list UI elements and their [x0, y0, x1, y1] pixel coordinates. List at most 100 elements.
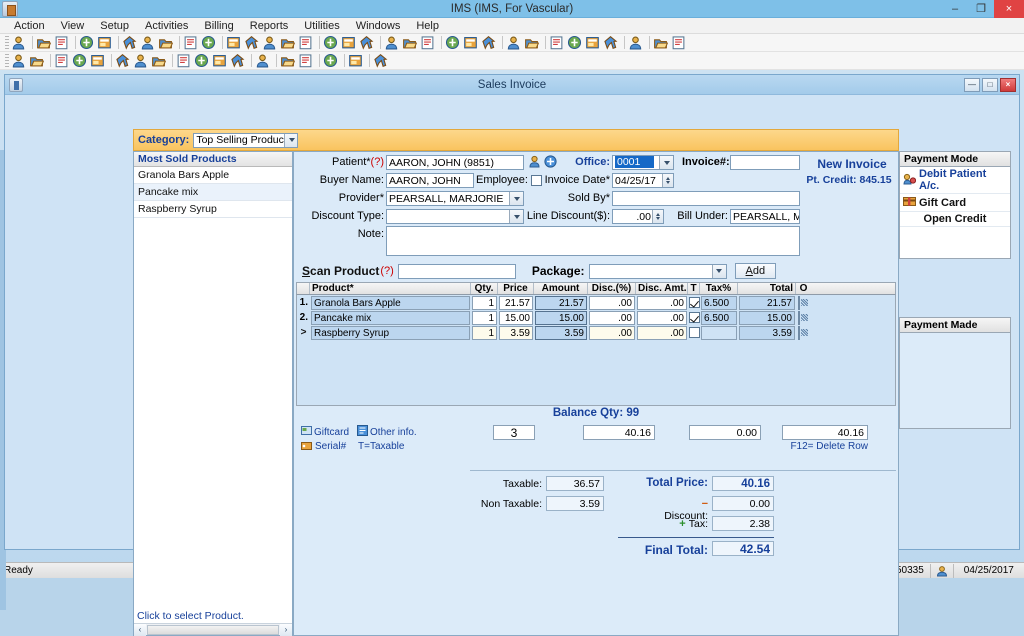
dollar-icon[interactable]: [226, 35, 244, 51]
payment-mode-open-credit[interactable]: Open Credit: [900, 212, 1010, 227]
cell-disc-pct[interactable]: .00: [589, 310, 635, 325]
sold-by-input[interactable]: [612, 191, 800, 206]
menu-item-view[interactable]: View: [53, 18, 93, 34]
column-header-taxable[interactable]: T: [688, 283, 700, 294]
other-info-icon[interactable]: [357, 425, 369, 439]
cell-disc-amt[interactable]: .00: [637, 325, 687, 340]
spinner-icon[interactable]: [652, 210, 663, 223]
find-icon[interactable]: [29, 53, 47, 69]
giftcard-label[interactable]: Giftcard: [314, 427, 349, 438]
horizontal-scrollbar[interactable]: ‹ ›: [134, 623, 292, 636]
patient-icon[interactable]: [11, 35, 29, 51]
appointment-icon[interactable]: [359, 35, 377, 51]
cell-taxable-checkbox[interactable]: [689, 297, 700, 309]
column-header-product[interactable]: Product*: [310, 283, 471, 294]
column-header-qty[interactable]: Qty.: [471, 283, 498, 294]
table-row[interactable]: 1. Granola Bars Apple 1 21.57 21.57.00.00 6.5…: [297, 295, 895, 310]
menu-item-action[interactable]: Action: [6, 18, 53, 34]
serial-icon[interactable]: [301, 440, 312, 454]
calendar-grid-icon[interactable]: [323, 35, 341, 51]
menu-item-setup[interactable]: Setup: [92, 18, 137, 34]
cell-qty[interactable]: 1: [472, 295, 497, 310]
money-bag-icon[interactable]: [280, 35, 298, 51]
document-abc-icon[interactable]: [183, 35, 201, 51]
menu-item-help[interactable]: Help: [408, 18, 447, 34]
add-button[interactable]: Add: [734, 263, 777, 279]
bank-icon[interactable]: [262, 35, 280, 51]
cell-disc-amt[interactable]: .00: [637, 295, 687, 310]
scroll-right-icon[interactable]: ›: [280, 623, 292, 636]
list-item[interactable]: Pancake mix: [134, 184, 292, 201]
help-blue-icon[interactable]: [348, 53, 366, 69]
cell-price[interactable]: 21.57: [499, 295, 533, 310]
list-item[interactable]: Granola Bars Apple: [134, 167, 292, 184]
column-header-total[interactable]: Total: [738, 283, 796, 294]
spinner-icon[interactable]: [662, 174, 673, 187]
patient-input[interactable]: AARON, JOHN (9851): [386, 155, 524, 170]
buyer-name-input[interactable]: AARON, JOHN: [386, 173, 474, 188]
dollar-sync-icon[interactable]: [244, 35, 262, 51]
cell-price[interactable]: 15.00: [499, 310, 533, 325]
refresh-icon[interactable]: [298, 53, 316, 69]
cell-tax-pct[interactable]: 6.500: [701, 310, 737, 325]
edit-note-icon[interactable]: [97, 35, 115, 51]
note-textarea[interactable]: [386, 226, 800, 256]
category-select[interactable]: Top Selling Products: [193, 132, 299, 148]
new-record-icon[interactable]: [54, 53, 72, 69]
cancel-icon[interactable]: [373, 53, 391, 69]
verify-icon[interactable]: [585, 35, 603, 51]
column-header-price[interactable]: Price: [498, 283, 534, 294]
menu-item-activities[interactable]: Activities: [137, 18, 196, 34]
cell-total[interactable]: 15.00: [739, 310, 795, 325]
payment-mode-gift-card[interactable]: Gift Card: [900, 194, 1010, 212]
scan-product-input[interactable]: [397, 263, 516, 279]
cell-amount[interactable]: 15.00: [535, 310, 587, 325]
column-header-disc-amt[interactable]: Disc. Amt.: [636, 283, 688, 294]
grid-orange-icon[interactable]: [445, 35, 463, 51]
clipboard-icon[interactable]: [122, 35, 140, 51]
cell-taxable-checkbox[interactable]: [689, 327, 700, 339]
lock-icon[interactable]: [653, 35, 671, 51]
chevron-down-icon[interactable]: [659, 156, 673, 169]
report-grid-icon[interactable]: [524, 35, 542, 51]
cell-total[interactable]: 21.57: [739, 295, 795, 310]
cell-product[interactable]: Granola Bars Apple: [311, 295, 470, 310]
lab-flask-icon[interactable]: [140, 35, 158, 51]
column-header-disc-pct[interactable]: Disc.(%): [588, 283, 636, 294]
row-options-icon[interactable]: [798, 295, 800, 310]
menu-item-billing[interactable]: Billing: [196, 18, 241, 34]
print-preview-icon[interactable]: [151, 53, 169, 69]
first-icon[interactable]: [176, 53, 194, 69]
office-select[interactable]: 0001: [612, 155, 674, 170]
menu-item-utilities[interactable]: Utilities: [296, 18, 347, 34]
globe-green-icon[interactable]: [420, 35, 438, 51]
cell-tax-pct[interactable]: 6.500: [701, 295, 737, 310]
bill-under-input[interactable]: PEARSALL, MARJO: [730, 209, 800, 224]
sort-icon[interactable]: [255, 53, 273, 69]
menu-item-windows[interactable]: Windows: [348, 18, 409, 34]
save-icon[interactable]: [115, 53, 133, 69]
giftcard-icon[interactable]: [301, 425, 312, 439]
cell-disc-pct[interactable]: .00: [589, 295, 635, 310]
patient-lookup-icon[interactable]: [528, 155, 541, 171]
list-item[interactable]: Raspberry Syrup: [134, 201, 292, 218]
process-icon[interactable]: [323, 53, 341, 69]
copy-icon[interactable]: [280, 53, 298, 69]
prev-icon[interactable]: [194, 53, 212, 69]
cell-taxable-checkbox[interactable]: [689, 312, 700, 324]
archive-icon[interactable]: [549, 35, 567, 51]
table-row[interactable]: 2. Pancake mix 1 15.00 15.00.00.00 6.500 15.00: [297, 310, 895, 325]
scheduler-icon[interactable]: [341, 35, 359, 51]
cell-price[interactable]: 3.59: [499, 325, 533, 340]
toolbar-grip[interactable]: [5, 54, 9, 67]
chevron-down-icon[interactable]: [284, 133, 298, 147]
globe-blue-icon[interactable]: [402, 35, 420, 51]
cell-product[interactable]: Raspberry Syrup: [311, 325, 470, 340]
cell-disc-amt[interactable]: .00: [637, 310, 687, 325]
bar-chart-icon[interactable]: [481, 35, 499, 51]
row-options-icon[interactable]: [798, 310, 800, 325]
cell-total[interactable]: 3.59: [739, 325, 795, 340]
patient-edit-icon[interactable]: [54, 35, 72, 51]
notes-icon[interactable]: [201, 35, 219, 51]
cell-amount[interactable]: 21.57: [535, 295, 587, 310]
